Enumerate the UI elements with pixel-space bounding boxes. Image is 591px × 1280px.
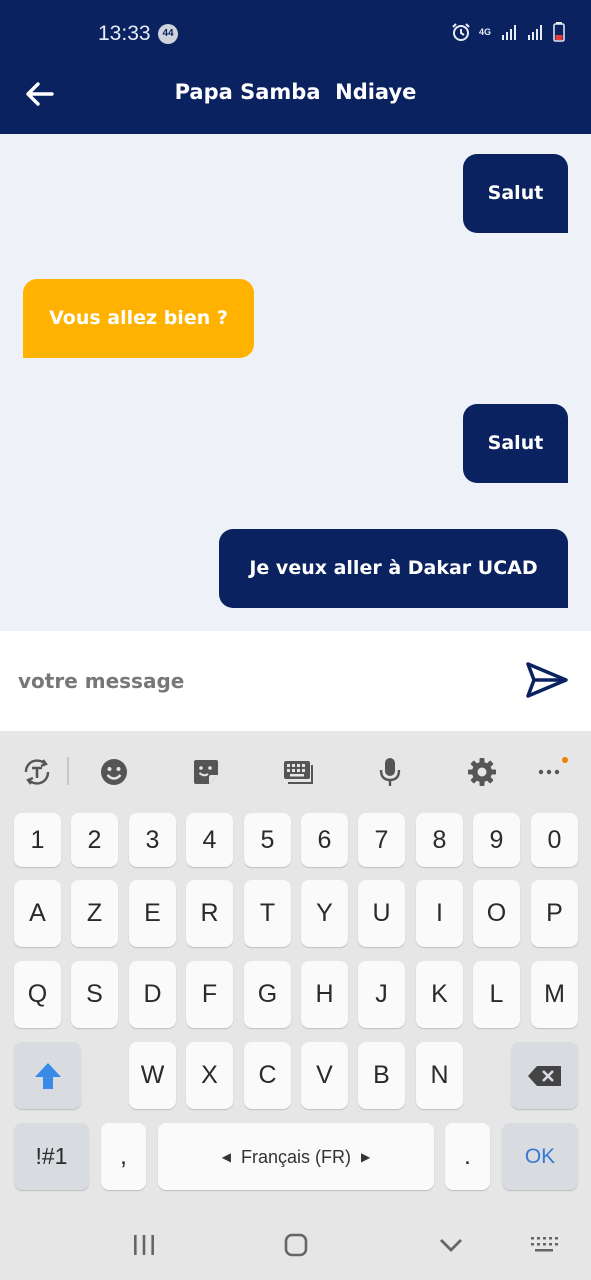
backspace-icon xyxy=(527,1065,561,1086)
home-icon[interactable] xyxy=(276,1230,316,1260)
ok-key[interactable]: OK xyxy=(502,1123,578,1190)
key-p[interactable]: P xyxy=(531,880,578,947)
hide-keyboard-chevron-icon[interactable] xyxy=(431,1230,471,1260)
key-7[interactable]: 7 xyxy=(358,813,405,867)
key-k[interactable]: K xyxy=(416,961,463,1028)
key-1[interactable]: 1 xyxy=(14,813,61,867)
key-g[interactable]: G xyxy=(244,961,291,1028)
key-h[interactable]: H xyxy=(301,961,348,1028)
settings-gear-icon[interactable] xyxy=(465,755,499,789)
key-b[interactable]: B xyxy=(358,1042,405,1109)
sticker-icon[interactable] xyxy=(189,755,223,789)
key-3[interactable]: 3 xyxy=(129,813,176,867)
status-time: 13:33 xyxy=(98,22,151,45)
emoji-icon[interactable] xyxy=(97,755,131,789)
key-m[interactable]: M xyxy=(531,961,578,1028)
key-t[interactable]: T xyxy=(244,880,291,947)
signal-icon xyxy=(502,25,516,40)
key-v[interactable]: V xyxy=(301,1042,348,1109)
status-icons: 4G xyxy=(451,22,565,42)
key-y[interactable]: Y xyxy=(301,880,348,947)
chat-title: Papa Samba Ndiaye xyxy=(174,80,417,104)
alarm-icon xyxy=(452,23,470,41)
space-language-label: Français (FR) xyxy=(240,1146,351,1167)
key-n[interactable]: N xyxy=(416,1042,463,1109)
message-input[interactable] xyxy=(18,661,498,701)
key-w[interactable]: W xyxy=(129,1042,176,1109)
key-x[interactable]: X xyxy=(186,1042,233,1109)
key-r[interactable]: R xyxy=(186,880,233,947)
key-5[interactable]: 5 xyxy=(244,813,291,867)
key-e[interactable]: E xyxy=(129,880,176,947)
shift-arrow-icon xyxy=(34,1062,61,1089)
message-bubble-incoming: Vous allez bien ? xyxy=(23,279,254,358)
send-icon[interactable] xyxy=(524,660,570,700)
network-type-label: 4G xyxy=(479,26,492,37)
message-bubble-outgoing: Salut xyxy=(463,154,568,233)
text-translate-icon[interactable] xyxy=(20,755,54,789)
key-9[interactable]: 9 xyxy=(473,813,520,867)
keyboard: 1 2 3 4 5 6 7 8 9 0 A Z E R T Y U I O P … xyxy=(0,731,591,1280)
key-6[interactable]: 6 xyxy=(301,813,348,867)
key-d[interactable]: D xyxy=(129,961,176,1028)
keyboard-toolbar xyxy=(0,731,591,811)
notification-count-badge: 44 xyxy=(158,24,178,44)
key-4[interactable]: 4 xyxy=(186,813,233,867)
backspace-key[interactable] xyxy=(511,1042,578,1109)
key-a[interactable]: A xyxy=(14,880,61,947)
key-s[interactable]: S xyxy=(71,961,118,1028)
toolbar-divider xyxy=(67,757,69,785)
key-f[interactable]: F xyxy=(186,961,233,1028)
recent-apps-icon[interactable] xyxy=(124,1230,164,1260)
key-2[interactable]: 2 xyxy=(71,813,118,867)
message-bubble-outgoing: Salut xyxy=(463,404,568,483)
chat-messages: Salut Vous allez bien ? Salut Je veux al… xyxy=(0,134,591,631)
keyboard-switch-icon[interactable] xyxy=(524,1230,564,1260)
shift-key[interactable] xyxy=(14,1042,81,1109)
key-i[interactable]: I xyxy=(416,880,463,947)
key-8[interactable]: 8 xyxy=(416,813,463,867)
message-bubble-outgoing: Je veux aller à Dakar UCAD xyxy=(219,529,568,608)
status-bar: 13:33 44 4G xyxy=(0,0,591,54)
period-key[interactable]: . xyxy=(445,1123,490,1190)
symbols-key[interactable]: !#1 xyxy=(14,1123,89,1190)
more-options-icon[interactable] xyxy=(534,755,568,789)
key-q[interactable]: Q xyxy=(14,961,61,1028)
key-0[interactable]: 0 xyxy=(531,813,578,867)
signal-icon-2 xyxy=(528,25,542,40)
caret-right-icon: ▶ xyxy=(361,1149,371,1164)
keyboard-layout-icon[interactable] xyxy=(281,755,315,789)
key-c[interactable]: C xyxy=(244,1042,291,1109)
message-composer xyxy=(0,631,591,731)
battery-icon xyxy=(553,22,565,42)
key-j[interactable]: J xyxy=(358,961,405,1028)
caret-left-icon: ◀ xyxy=(221,1149,231,1164)
microphone-icon[interactable] xyxy=(373,755,407,789)
key-z[interactable]: Z xyxy=(71,880,118,947)
key-u[interactable]: U xyxy=(358,880,405,947)
comma-key[interactable]: , xyxy=(101,1123,146,1190)
system-navigation-bar xyxy=(0,1210,591,1280)
space-bar[interactable]: ◀ Français (FR) ▶ xyxy=(158,1123,434,1190)
app-bar: Papa Samba Ndiaye xyxy=(0,54,591,134)
key-o[interactable]: O xyxy=(473,880,520,947)
key-l[interactable]: L xyxy=(473,961,520,1028)
